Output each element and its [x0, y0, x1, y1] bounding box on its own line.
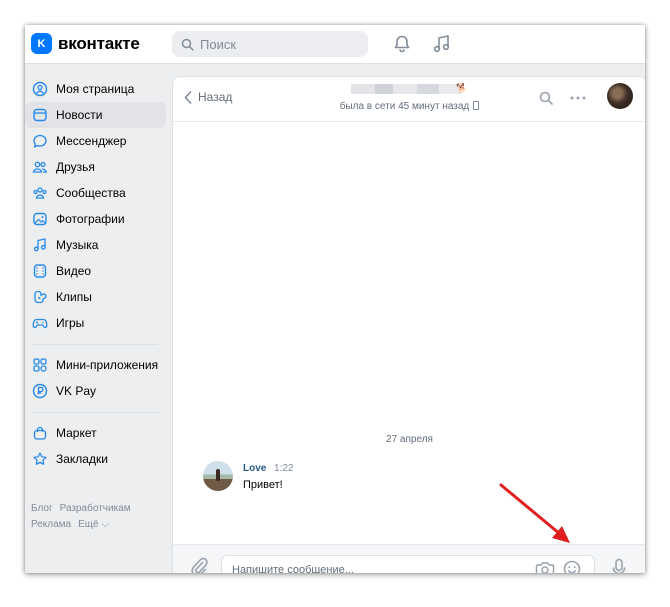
message-composer [173, 544, 645, 573]
message-time[interactable]: 1:22 [274, 463, 293, 474]
sidebar-item-clips[interactable]: Клипы [25, 284, 166, 310]
avatar[interactable] [203, 461, 233, 491]
sidebar-item-vk-pay[interactable]: VK Pay [25, 378, 166, 404]
sidebar-item-label: Моя страница [56, 82, 135, 96]
more-icon[interactable] [569, 91, 587, 105]
sidebar-item-video[interactable]: Видео [25, 258, 166, 284]
search-icon [181, 38, 194, 51]
sidebar-item-friends[interactable]: Друзья [25, 154, 166, 180]
sidebar-item-label: Фотографии [56, 212, 125, 226]
search-icon[interactable] [539, 91, 553, 105]
date-separator: 27 апреля [386, 434, 433, 445]
emoji-smile-icon[interactable] [563, 560, 581, 573]
message-author[interactable]: Love [243, 463, 266, 474]
search-input[interactable]: Поиск [172, 31, 368, 57]
friends-icon [32, 159, 48, 175]
news-icon [32, 107, 48, 123]
bookmarks-icon [32, 451, 48, 467]
sidebar-item-label: Музыка [56, 238, 99, 252]
sidebar-item-label: Клипы [56, 290, 92, 304]
music-icon [32, 237, 48, 253]
sidebar-divider [32, 412, 158, 413]
search-placeholder: Поиск [200, 36, 237, 52]
sidebar-item-mini-apps[interactable]: Мини-приложения [25, 352, 166, 378]
chat-panel: Назад 🐕 была в сети 45 минут назад 27 ап… [172, 76, 645, 573]
sidebar-item-label: Новости [56, 108, 103, 122]
music-icon[interactable] [431, 33, 453, 55]
footer-link-more[interactable]: Ещё ⌵ [78, 519, 109, 530]
sidebar-item-label: Мессенджер [56, 134, 127, 148]
top-header: K вконтакте Поиск [25, 25, 645, 64]
sidebar-divider [32, 344, 158, 345]
left-sidebar: Моя страница Новости Мессенджер Друзья С… [25, 76, 172, 472]
sidebar-item-label: Сообщества [56, 186, 126, 200]
sidebar-item-my-page[interactable]: Моя страница [25, 76, 166, 102]
clips-icon [32, 289, 48, 305]
peer-name-blurred[interactable] [351, 84, 461, 94]
paperclip-icon[interactable] [190, 557, 208, 573]
vk-window: K вконтакте Поиск Моя страница Новости М… [25, 25, 645, 573]
sidebar-item-games[interactable]: Игры [25, 310, 166, 336]
market-icon [32, 425, 48, 441]
footer-link-developers[interactable]: Разработчикам [60, 503, 131, 514]
profile-icon [32, 81, 48, 97]
sidebar-item-bookmarks[interactable]: Закладки [25, 446, 166, 472]
sidebar-item-music[interactable]: Музыка [25, 232, 166, 258]
mini-apps-icon [32, 357, 48, 373]
sidebar-item-label: Мини-приложения [56, 358, 159, 372]
video-icon [32, 263, 48, 279]
camera-icon[interactable] [535, 561, 555, 573]
vk-logo-icon: K [31, 33, 52, 54]
sidebar-item-label: Маркет [56, 426, 97, 440]
sidebar-item-label: Друзья [56, 160, 95, 174]
sidebar-footer: Блог Разработчикам Реклама Ещё ⌵ [31, 501, 171, 533]
vk-logo[interactable]: K вконтакте [31, 33, 140, 54]
peer-avatar[interactable] [607, 83, 633, 109]
sidebar-item-label: Игры [56, 316, 85, 330]
microphone-icon[interactable] [612, 558, 626, 573]
messenger-icon [32, 133, 48, 149]
mobile-device-icon [473, 101, 480, 110]
sidebar-item-communities[interactable]: Сообщества [25, 180, 166, 206]
sidebar-item-messenger[interactable]: Мессенджер [25, 128, 166, 154]
sidebar-item-photos[interactable]: Фотографии [25, 206, 166, 232]
photos-icon [32, 211, 48, 227]
games-icon [32, 315, 48, 331]
chat-header: Назад 🐕 была в сети 45 минут назад [173, 77, 645, 122]
sidebar-item-label: Видео [56, 264, 92, 278]
vk-logo-text: вконтакте [58, 33, 140, 53]
sidebar-item-label: VK Pay [56, 384, 97, 398]
sidebar-item-label: Закладки [56, 452, 108, 466]
peer-status-text: была в сети 45 минут назад [339, 101, 470, 112]
footer-link-ads[interactable]: Реклама [31, 519, 71, 530]
peer-name-emoji: 🐕 [456, 83, 468, 93]
sidebar-item-market[interactable]: Маркет [25, 420, 166, 446]
vkpay-icon [32, 383, 48, 399]
footer-link-blog[interactable]: Блог [31, 503, 53, 514]
message-text: Привет! [243, 479, 283, 491]
communities-icon [32, 185, 48, 201]
sidebar-item-news[interactable]: Новости [25, 102, 166, 128]
bell-icon[interactable] [391, 33, 413, 55]
